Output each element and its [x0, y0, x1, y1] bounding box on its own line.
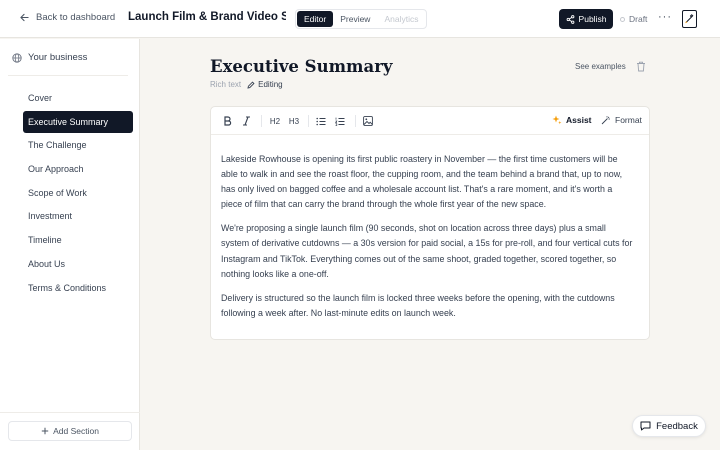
share-icon: [566, 14, 575, 24]
status-dot-icon: [620, 16, 625, 22]
magic-wand-icon: [601, 115, 611, 125]
image-icon: [363, 116, 373, 126]
section-meta: Rich text Editing: [210, 80, 283, 89]
paragraph: Lakeside Rowhouse is opening its first p…: [221, 154, 623, 210]
publish-label: Publish: [578, 14, 607, 24]
back-label: Back to dashboard: [36, 12, 116, 23]
section-nav: Cover Executive Summary The Challenge Ou…: [23, 87, 133, 300]
more-options-button[interactable]: ···: [658, 11, 672, 23]
sidebar-footer-divider: [0, 412, 140, 413]
delete-section-button[interactable]: [636, 61, 646, 72]
see-examples-link[interactable]: See examples: [575, 62, 626, 71]
toolbar-divider: [308, 115, 309, 127]
insert-image-button[interactable]: [362, 114, 374, 128]
publish-button[interactable]: Publish: [559, 9, 613, 29]
heading-2-button[interactable]: H2: [268, 114, 282, 128]
paragraph: Delivery is structured so the launch fil…: [221, 292, 615, 318]
tab-analytics: Analytics: [384, 14, 419, 24]
your-business-link[interactable]: Your business: [12, 52, 87, 63]
toolbar-divider: [355, 115, 356, 127]
sidebar-item-the-challenge[interactable]: The Challenge: [23, 134, 133, 156]
sidebar-item-scope-of-work[interactable]: Scope of Work: [23, 182, 133, 204]
sidebar-divider: [8, 75, 128, 76]
tab-editor[interactable]: Editor: [297, 11, 334, 27]
add-section-label: Add Section: [53, 426, 99, 436]
trash-icon: [636, 61, 646, 72]
editor-toolbar: H2 H3 Assist Format: [211, 107, 649, 135]
bold-icon: [223, 116, 232, 126]
section-title: Executive Summary: [210, 57, 393, 76]
toolbar-divider: [261, 115, 262, 127]
sidebar-item-timeline[interactable]: Timeline: [23, 229, 133, 251]
rich-text-editor: H2 H3 Assist Format Lakeside Rowhouse is…: [210, 106, 650, 340]
pen-icon: [683, 11, 696, 26]
status-badge: Draft: [620, 14, 647, 24]
add-section-button[interactable]: Add Section: [8, 421, 132, 441]
italic-button[interactable]: [240, 114, 252, 128]
sidebar-item-our-approach[interactable]: Our Approach: [23, 158, 133, 180]
arrow-left-icon: [20, 13, 29, 22]
feedback-label: Feedback: [656, 420, 698, 432]
globe-icon: [12, 52, 22, 63]
heading-3-button[interactable]: H3: [287, 114, 301, 128]
status-label: Draft: [629, 14, 648, 24]
plus-icon: [41, 427, 49, 435]
paragraph: We're proposing a single launch film (90…: [221, 223, 633, 279]
your-business-label: Your business: [28, 52, 88, 63]
chat-bubble-icon: [640, 421, 651, 431]
avatar[interactable]: [682, 10, 697, 28]
sidebar-item-investment[interactable]: Investment: [23, 205, 133, 227]
section-type-label: Rich text: [210, 80, 242, 89]
ai-assist-button[interactable]: Assist: [552, 115, 592, 125]
document-title[interactable]: Launch Film & Brand Video Syster: [128, 11, 286, 23]
view-switcher: Editor Preview Analytics: [295, 9, 428, 29]
sidebar-item-cover[interactable]: Cover: [23, 87, 133, 109]
numbered-list-icon: [335, 117, 345, 126]
numbered-list-button[interactable]: [334, 114, 346, 128]
back-to-dashboard-link[interactable]: Back to dashboard: [20, 12, 115, 23]
top-bar: Back to dashboard Launch Film & Brand Vi…: [0, 0, 720, 38]
sidebar-item-about-us[interactable]: About Us: [23, 253, 133, 275]
bullet-list-button[interactable]: [315, 114, 327, 128]
format-label: Format: [615, 115, 642, 125]
format-button[interactable]: Format: [601, 115, 642, 125]
bold-button[interactable]: [221, 114, 233, 128]
bullet-list-icon: [316, 117, 326, 126]
tab-preview[interactable]: Preview: [333, 11, 377, 27]
sidebar-item-terms-and-conditions[interactable]: Terms & Conditions: [23, 277, 133, 299]
sparkle-icon: [552, 115, 562, 125]
editor-content[interactable]: Lakeside Rowhouse is opening its first p…: [221, 152, 635, 330]
feedback-button[interactable]: Feedback: [632, 415, 706, 437]
editing-label: Editing: [258, 80, 283, 89]
sidebar-item-executive-summary[interactable]: Executive Summary: [23, 110, 133, 133]
pencil-icon: [247, 80, 255, 89]
sidebar: Your business Cover Executive Summary Th…: [0, 39, 140, 450]
assist-label: Assist: [566, 115, 592, 125]
editing-toggle[interactable]: Editing: [247, 80, 283, 89]
italic-icon: [242, 116, 251, 126]
